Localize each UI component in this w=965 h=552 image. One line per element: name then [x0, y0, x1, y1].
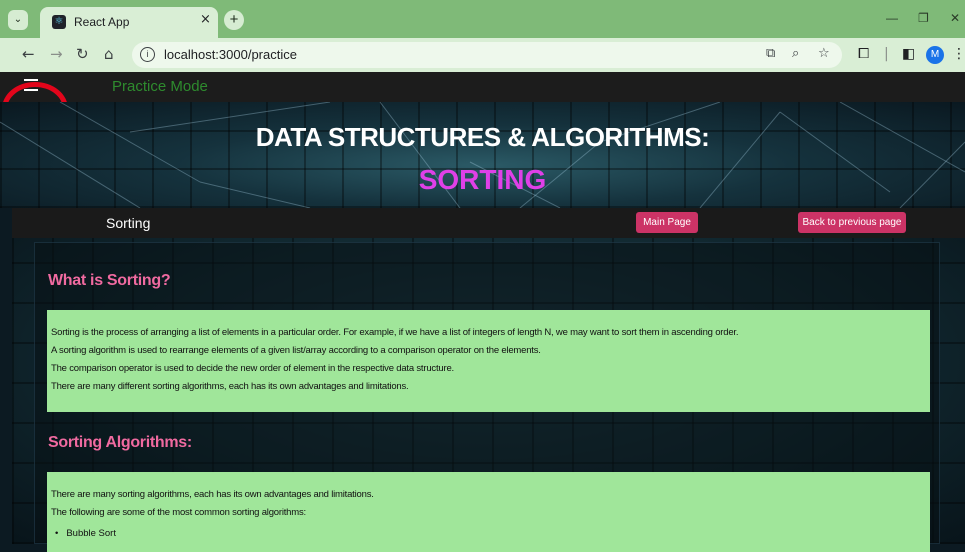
bookmark-star-icon[interactable]: ☆	[818, 46, 830, 61]
back-to-previous-page-button[interactable]: Back to previous page	[798, 212, 906, 233]
list-item: Bubble Sort	[47, 528, 930, 539]
paragraph-line: There are many sorting algorithms, each …	[51, 489, 374, 500]
browser-toolbar: ← → ↻ ⌂ i localhost:3000/practice ⧉ ⌕ ☆ …	[0, 38, 965, 72]
topic-nav-bar: Sorting Main Page Back to previous page	[12, 208, 965, 238]
more-menu-icon[interactable]: ⋮	[952, 46, 965, 62]
tab-search-button[interactable]: ⌄	[8, 10, 28, 30]
hero-subtitle: SORTING	[418, 164, 547, 195]
hero-title: DATA STRUCTURES & ALGORITHMS:	[255, 122, 710, 152]
side-panel-icon[interactable]: ◧	[902, 46, 915, 62]
tab-close-icon[interactable]: ×	[200, 12, 211, 27]
paragraph-line: The following are some of the most commo…	[51, 507, 306, 518]
profile-avatar[interactable]: M	[926, 46, 944, 64]
browser-tab-bar: ⌄ ⚛ React App × + — ❐ ✕	[0, 0, 965, 38]
forward-arrow-icon[interactable]: →	[50, 45, 63, 63]
new-tab-button[interactable]: +	[224, 10, 244, 30]
main-page-button[interactable]: Main Page	[636, 212, 698, 233]
section-heading: Sorting Algorithms:	[48, 434, 192, 451]
topic-title: Sorting	[106, 215, 151, 231]
minimize-icon[interactable]: —	[886, 11, 898, 25]
zoom-icon[interactable]: ⌕	[792, 46, 799, 61]
back-arrow-icon[interactable]: ←	[22, 45, 35, 63]
reload-icon[interactable]: ↻	[76, 45, 89, 63]
close-window-icon[interactable]: ✕	[950, 11, 960, 25]
react-favicon-icon: ⚛	[52, 15, 66, 29]
section-heading: What is Sorting?	[48, 272, 171, 289]
tab-title: React App	[74, 15, 130, 29]
home-icon[interactable]: ⌂	[104, 45, 114, 63]
browser-tab[interactable]: ⚛ React App ×	[40, 7, 218, 38]
hero-banner: DATA STRUCTURES & ALGORITHMS: SORTING	[0, 102, 965, 208]
site-info-icon[interactable]: i	[140, 47, 155, 62]
paragraph-line: A sorting algorithm is used to rearrange…	[51, 345, 541, 356]
address-bar[interactable]: i localhost:3000/practice ⧉ ⌕ ☆	[132, 42, 842, 68]
definition-box: Sorting is the process of arranging a li…	[47, 310, 930, 412]
algorithms-box: There are many sorting algorithms, each …	[47, 472, 930, 552]
toolbar-divider: |	[884, 46, 889, 62]
restore-icon[interactable]: ❐	[918, 11, 929, 25]
url-text[interactable]: localhost:3000/practice	[164, 47, 297, 62]
paragraph-line: There are many different sorting algorit…	[51, 381, 409, 392]
mode-title: Practice Mode	[112, 78, 208, 95]
paragraph-line: The comparison operator is used to decid…	[51, 363, 454, 374]
app-header: Practice Mode	[0, 72, 965, 102]
open-in-app-icon[interactable]: ⧉	[766, 46, 775, 61]
extensions-icon[interactable]: ⧠	[858, 46, 869, 62]
paragraph-line: Sorting is the process of arranging a li…	[51, 327, 739, 338]
